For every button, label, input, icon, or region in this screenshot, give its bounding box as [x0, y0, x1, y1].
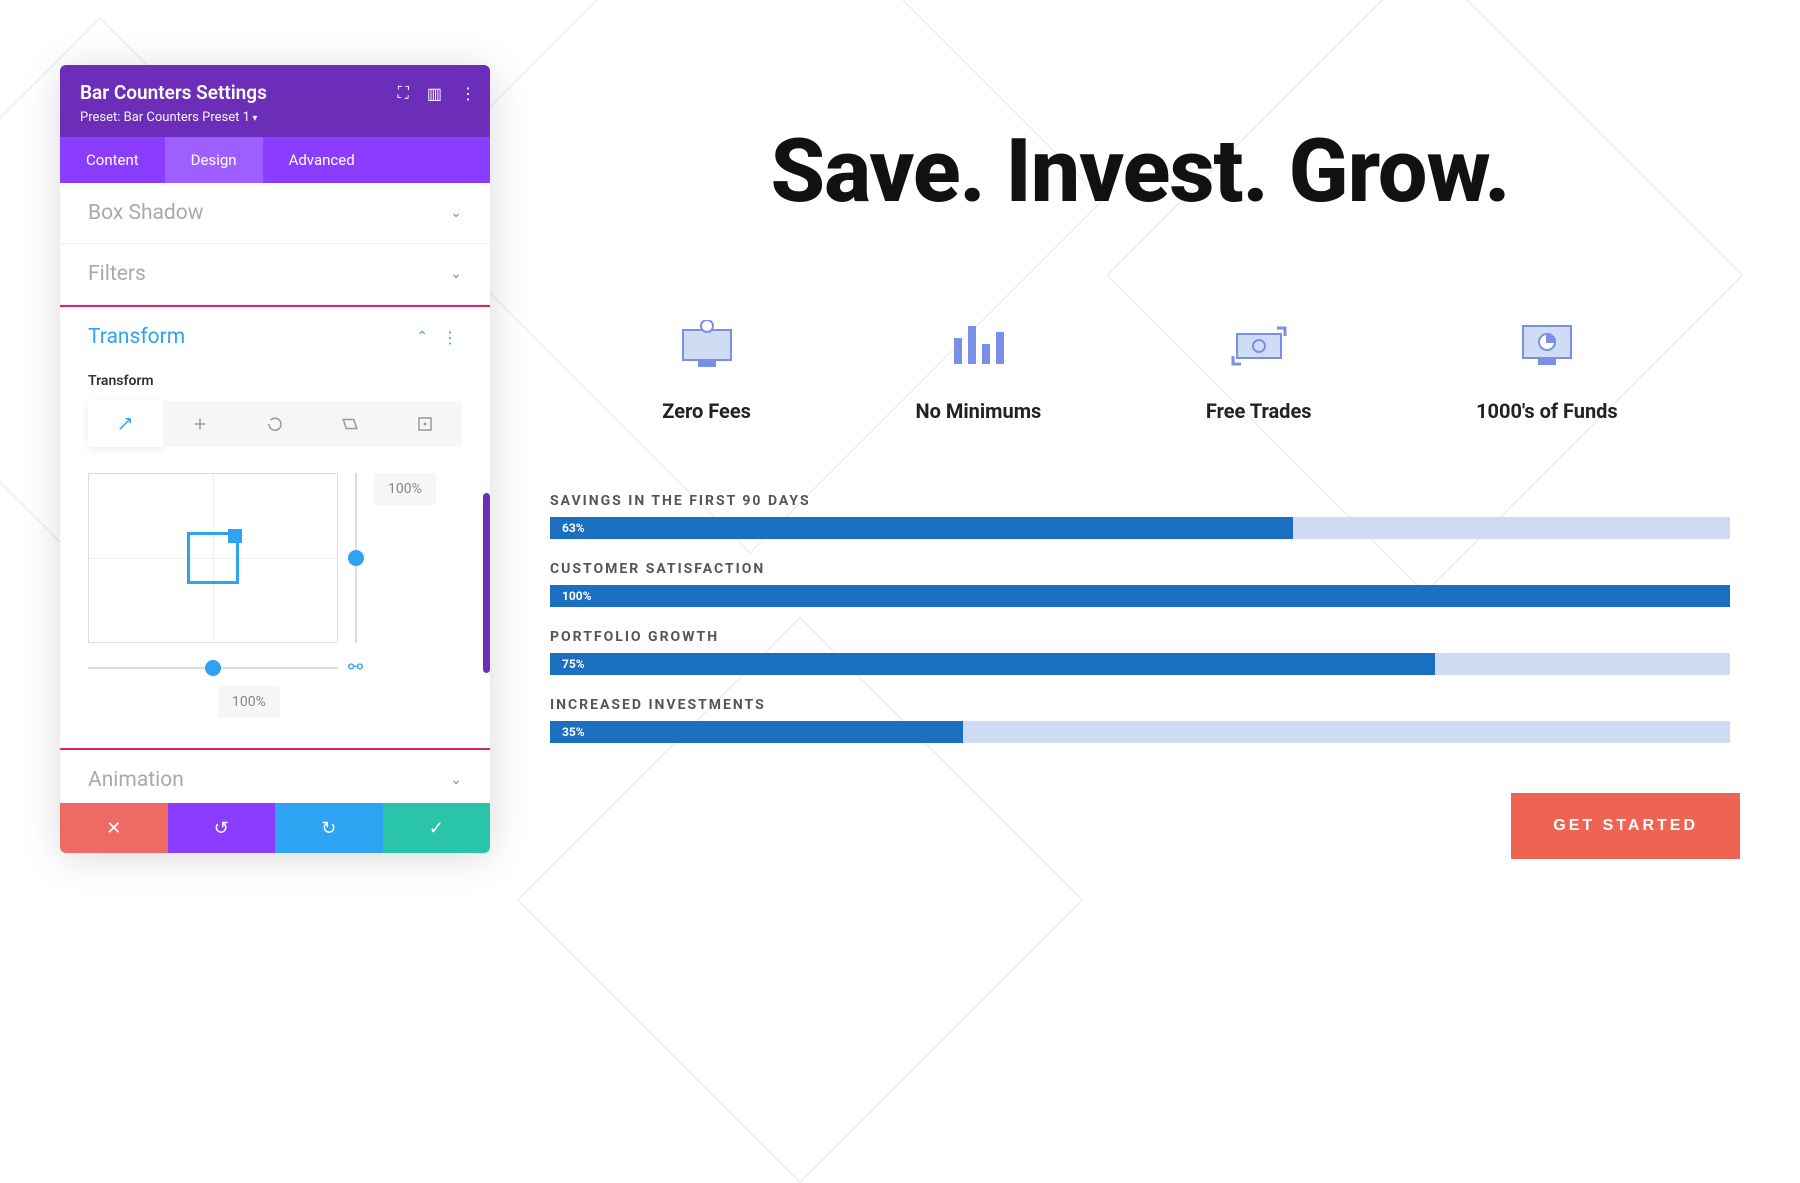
settings-panel: Bar Counters Settings Preset: Bar Counte…: [60, 65, 490, 853]
bar-label: PORTFOLIO GROWTH: [550, 629, 1730, 645]
feature-no-minimums: No Minimums: [915, 313, 1041, 423]
cta-row: GET STARTED: [540, 793, 1740, 859]
feature-funds: 1000's of Funds: [1476, 313, 1618, 423]
scale-tool-button[interactable]: [88, 401, 163, 447]
link-axes-icon[interactable]: ⚯: [348, 657, 363, 678]
rotate-tool-button[interactable]: [238, 401, 313, 447]
kebab-menu-icon[interactable]: ⋮: [460, 84, 476, 103]
feature-free-trades: Free Trades: [1206, 313, 1312, 423]
section-animation[interactable]: Animation ⌄: [60, 750, 490, 803]
chevron-down-icon: ⌄: [450, 205, 462, 221]
panel-body: Box Shadow ⌄ Filters ⌄ Transform ⌃ ⋮ Tra…: [60, 183, 490, 803]
cancel-button[interactable]: ✕: [60, 803, 168, 853]
section-title: Animation: [88, 768, 184, 792]
tab-bar: Content Design Advanced: [60, 137, 490, 183]
panel-footer: ✕ ↺ ↻ ✓: [60, 803, 490, 853]
feature-label: No Minimums: [915, 399, 1041, 423]
bar-track: 75%: [550, 653, 1730, 675]
tab-content[interactable]: Content: [60, 137, 165, 183]
bar-item: CUSTOMER SATISFACTION 100%: [550, 561, 1730, 607]
monitor-user-icon: [662, 313, 751, 377]
transform-y-slider[interactable]: [348, 473, 364, 643]
section-title: Transform: [88, 325, 185, 349]
section-transform: Transform ⌃ ⋮ Transform: [60, 305, 490, 750]
page-preview: Save. Invest. Grow. Zero Fees No Minimum…: [540, 120, 1740, 859]
bar-item: INCREASED INVESTMENTS 35%: [550, 697, 1730, 743]
transform-tool-row: [88, 401, 462, 447]
bar-chart-icon: [915, 313, 1041, 377]
bar-track: 35%: [550, 721, 1730, 743]
tab-design[interactable]: Design: [165, 137, 263, 183]
bar-item: PORTFOLIO GROWTH 75%: [550, 629, 1730, 675]
monitor-pie-icon: [1476, 313, 1618, 377]
transform-x-slider[interactable]: [88, 660, 338, 676]
money-exchange-icon: [1206, 313, 1312, 377]
responsive-icon[interactable]: ▥: [427, 84, 442, 103]
transform-y-value[interactable]: 100%: [374, 473, 436, 505]
bar-item: SAVINGS IN THE FIRST 90 DAYS 63%: [550, 493, 1730, 539]
bar-label: CUSTOMER SATISFACTION: [550, 561, 1730, 577]
preset-selector[interactable]: Preset: Bar Counters Preset 1: [80, 110, 470, 125]
panel-scrollbar[interactable]: [483, 493, 490, 673]
expand-icon[interactable]: ⛶: [398, 83, 409, 103]
feature-label: Free Trades: [1206, 399, 1312, 423]
panel-header: Bar Counters Settings Preset: Bar Counte…: [60, 65, 490, 137]
feature-label: Zero Fees: [662, 399, 751, 423]
origin-tool-button[interactable]: [387, 401, 462, 447]
skew-tool-button[interactable]: [312, 401, 387, 447]
bar-track: 100%: [550, 585, 1730, 607]
move-tool-button[interactable]: [163, 401, 238, 447]
get-started-button[interactable]: GET STARTED: [1511, 793, 1740, 859]
transform-xy-grid[interactable]: [88, 473, 338, 643]
chevron-down-icon: ⌄: [450, 266, 462, 282]
bar-fill: 35%: [550, 721, 963, 743]
chevron-down-icon: ⌄: [450, 772, 462, 788]
undo-button[interactable]: ↺: [168, 803, 276, 853]
features-row: Zero Fees No Minimums Free Trades 1000's…: [540, 313, 1740, 423]
bar-counters: SAVINGS IN THE FIRST 90 DAYS 63% CUSTOME…: [540, 493, 1740, 743]
transform-x-value[interactable]: 100%: [218, 686, 280, 718]
bar-label: INCREASED INVESTMENTS: [550, 697, 1730, 713]
bar-track: 63%: [550, 517, 1730, 539]
transform-label: Transform: [88, 373, 462, 389]
tab-advanced[interactable]: Advanced: [263, 137, 381, 183]
section-filters[interactable]: Filters ⌄: [60, 244, 490, 305]
feature-label: 1000's of Funds: [1476, 399, 1618, 423]
save-button[interactable]: ✓: [383, 803, 491, 853]
section-box-shadow[interactable]: Box Shadow ⌄: [60, 183, 490, 244]
feature-zero-fees: Zero Fees: [662, 313, 751, 423]
bar-fill: 100%: [550, 585, 1730, 607]
bar-fill: 63%: [550, 517, 1293, 539]
bar-label: SAVINGS IN THE FIRST 90 DAYS: [550, 493, 1730, 509]
redo-button[interactable]: ↻: [275, 803, 383, 853]
section-title: Box Shadow: [88, 201, 204, 225]
chevron-up-icon: ⌃: [416, 329, 428, 345]
hero-title: Save. Invest. Grow.: [540, 120, 1740, 223]
transform-preview-square: [187, 532, 239, 584]
section-title: Filters: [88, 262, 146, 286]
section-transform-header[interactable]: Transform ⌃ ⋮: [60, 307, 490, 367]
kebab-menu-icon[interactable]: ⋮: [438, 328, 462, 347]
bar-fill: 75%: [550, 653, 1435, 675]
